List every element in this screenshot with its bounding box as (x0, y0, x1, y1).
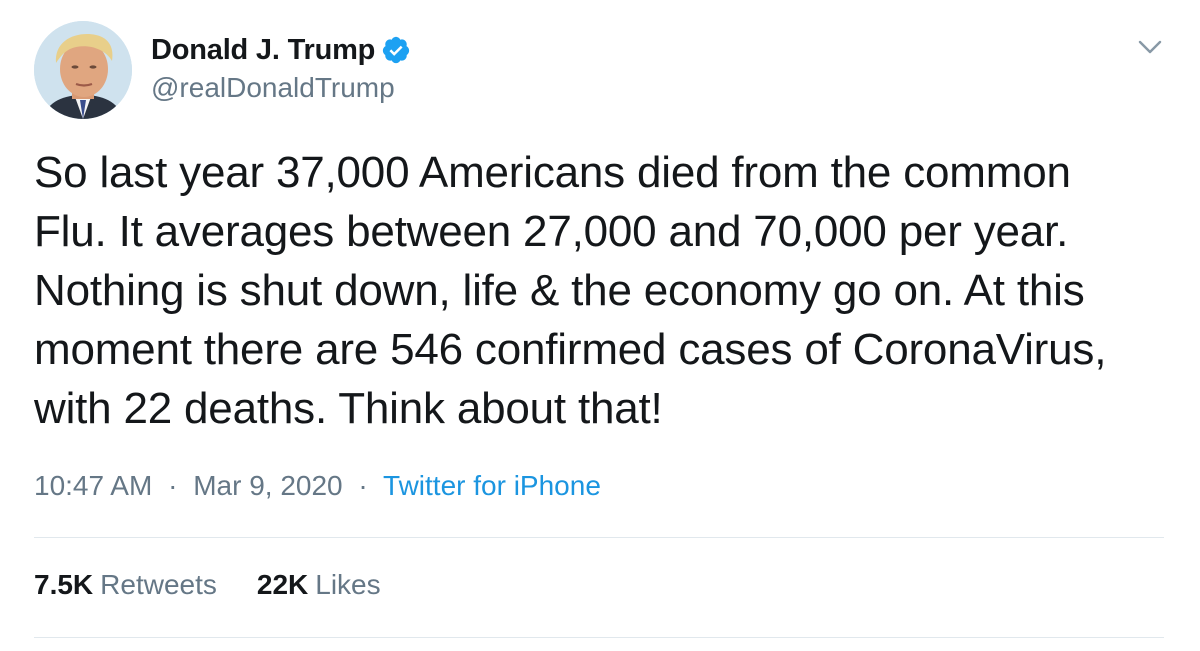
author-name-row: Donald J. Trump (151, 30, 411, 70)
likes-count: 22K (256, 569, 309, 600)
avatar[interactable] (34, 21, 132, 119)
meta-separator: · (358, 470, 368, 501)
chevron-down-icon[interactable] (1138, 38, 1162, 56)
retweets-label: Retweets (100, 569, 217, 600)
meta-separator: · (168, 470, 178, 501)
divider (34, 537, 1164, 538)
tweet-card: Donald J. Trump @realDonaldTrump So last… (0, 0, 1200, 651)
profile-photo-icon (34, 21, 132, 119)
likes-stat[interactable]: 22K Likes (257, 569, 381, 601)
tweet-stats: 7.5K Retweets 22K Likes (34, 569, 421, 601)
retweets-stat[interactable]: 7.5K Retweets (34, 569, 217, 601)
tweet-source-link[interactable]: Twitter for iPhone (383, 470, 601, 501)
tweet-time[interactable]: 10:47 AM (34, 470, 152, 501)
divider (34, 637, 1164, 638)
verified-badge-icon (381, 35, 411, 65)
tweet-date[interactable]: Mar 9, 2020 (193, 470, 342, 501)
user-handle[interactable]: @realDonaldTrump (151, 72, 395, 104)
tweet-text: So last year 37,000 Americans died from … (34, 148, 1107, 433)
retweets-count: 7.5K (34, 569, 94, 600)
display-name[interactable]: Donald J. Trump (151, 34, 375, 67)
likes-label: Likes (315, 569, 381, 600)
tweet-meta: 10:47 AM · Mar 9, 2020 · Twitter for iPh… (34, 470, 601, 502)
